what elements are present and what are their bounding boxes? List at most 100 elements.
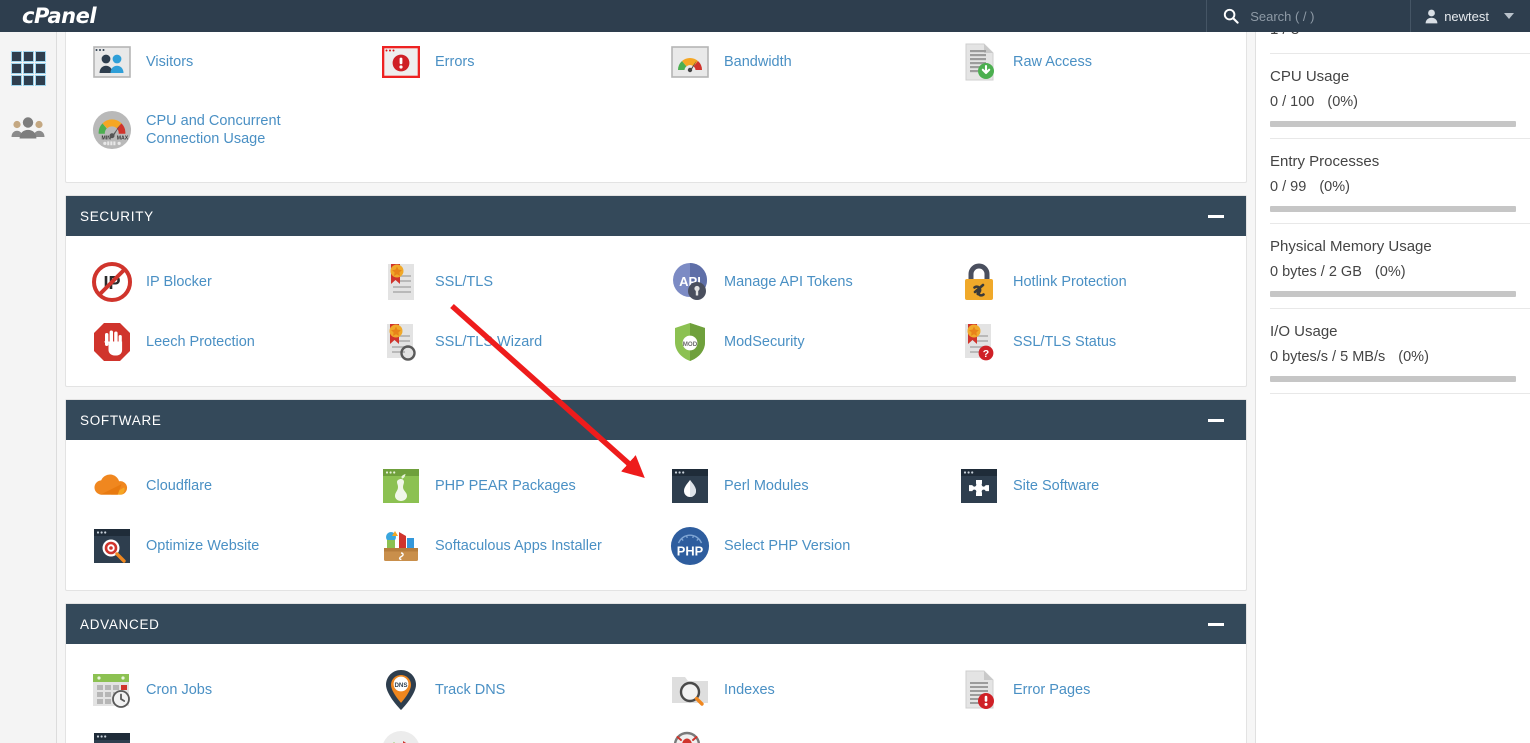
stat-label: Physical Memory Usage — [1270, 238, 1432, 255]
tile-select-php-version[interactable]: PHP Select PHP Version — [656, 516, 945, 576]
cpu-gauge-icon: MIN MAX — [92, 110, 132, 150]
tile-label: SSL/TLS Wizard — [435, 333, 543, 350]
tile-cron-jobs[interactable]: Cron Jobs — [78, 660, 367, 720]
modsecurity-shield-icon: MOD — [670, 322, 710, 362]
tile-raw-access[interactable]: Raw Access — [945, 32, 1234, 92]
stat-progress-bar — [1270, 206, 1516, 212]
tile-php-pear-packages[interactable]: PHP PEAR Packages — [367, 456, 656, 516]
tile-label: Error Pages — [1013, 681, 1091, 698]
tile-bandwidth[interactable]: Bandwidth — [656, 32, 945, 92]
tile-label: Softaculous Apps Installer — [435, 537, 602, 554]
tile-leech-protection[interactable]: Leech Protection — [78, 312, 367, 372]
tile-grid-advanced: Cron Jobs DNS Track DNS Indexes Error Pa… — [78, 660, 1234, 743]
tile-grid-software: Cloudflare PHP PEAR Packages Perl Module… — [78, 456, 1234, 576]
tile-label: CPU and Concurrent Connection Usage — [146, 112, 281, 147]
tile-label: Manage API Tokens — [724, 273, 853, 290]
tile-softaculous-apps-installer[interactable]: Softaculous Apps Installer — [367, 516, 656, 576]
grid-icon — [11, 51, 45, 85]
stat-value: 0 bytes / 2 GB — [1270, 264, 1362, 280]
tile-ssl-tls[interactable]: SSL/TLS — [367, 252, 656, 312]
tile-error-pages[interactable]: Error Pages — [945, 660, 1234, 720]
php-version-icon: PHP — [670, 526, 710, 566]
tile-apache-handlers[interactable]: Apache Handlers — [78, 720, 367, 743]
section-metrics: Visitors Errors Bandwidth Raw Access MIN… — [65, 32, 1247, 183]
stat-partial-value: 1 / 8 — [1270, 32, 1299, 38]
svg-text:MOD: MOD — [683, 341, 698, 348]
stat-label: Entry Processes — [1270, 153, 1380, 170]
svg-text:PHP: PHP — [677, 544, 704, 559]
search-icon — [1223, 8, 1239, 24]
errors-icon — [381, 42, 421, 82]
indexes-icon — [670, 670, 710, 710]
tile-cloudflare[interactable]: Cloudflare — [78, 456, 367, 516]
stat-value-wrap: 0 / 100 (0%) — [1270, 94, 1516, 110]
tile-ssl-tls-wizard[interactable]: SSL/TLS Wizard — [367, 312, 656, 372]
stat-value-wrap: 0 bytes/s / 5 MB/s (0%) — [1270, 349, 1516, 365]
stat-cpu-usage[interactable]: CPU Usage 0 / 100 (0%) — [1270, 54, 1530, 139]
tile-label: Cron Jobs — [146, 681, 213, 698]
ssl-wizard-icon — [381, 322, 421, 362]
section-software-body: Cloudflare PHP PEAR Packages Perl Module… — [66, 440, 1246, 590]
stat-value: 0 bytes/s / 5 MB/s — [1270, 349, 1386, 365]
user-menu-button[interactable]: newtest — [1411, 0, 1530, 32]
tile-hotlink-protection[interactable]: Hotlink Protection — [945, 252, 1234, 312]
site-software-icon — [959, 466, 999, 506]
tile-visitors[interactable]: Visitors — [78, 32, 367, 92]
tile-indexes[interactable]: Indexes — [656, 660, 945, 720]
stats-sidebar: 1 / 8 CPU Usage 0 / 100 (0%) Entry Proce… — [1255, 32, 1530, 743]
stat-partial-top: 1 / 8 — [1270, 32, 1530, 54]
visitors-icon — [92, 42, 132, 82]
stat-physical-memory-usage[interactable]: Physical Memory Usage 0 bytes / 2 GB (0%… — [1270, 224, 1530, 309]
optimize-website-icon — [92, 526, 132, 566]
tile-label: Errors — [435, 53, 475, 70]
svg-text:MAX: MAX — [117, 136, 129, 142]
ssl-status-icon: ? — [959, 322, 999, 362]
collapse-toggle-advanced[interactable] — [1208, 622, 1224, 626]
softaculous-icon — [381, 526, 421, 566]
tile-grid-metrics: Visitors Errors Bandwidth Raw Access MIN… — [78, 32, 1234, 168]
cron-calendar-icon — [92, 670, 132, 710]
tile-label: Indexes — [724, 681, 775, 698]
collapse-toggle-security[interactable] — [1208, 214, 1224, 218]
tile-label: SSL/TLS Status — [1013, 333, 1117, 350]
tile-grid-security: IP IP Blocker — [78, 252, 1234, 372]
collapse-toggle-software[interactable] — [1208, 418, 1224, 422]
search-input[interactable]: Search ( / ) — [1206, 0, 1412, 32]
left-sidebar-rail — [0, 32, 57, 743]
stat-entry-processes[interactable]: Entry Processes 0 / 99 (0%) — [1270, 139, 1530, 224]
chevron-down-icon — [1504, 13, 1514, 19]
tile-label: Raw Access — [1013, 53, 1092, 70]
tile-virus-scanner[interactable]: Virus Scanner — [656, 720, 945, 743]
tile-perl-modules[interactable]: Perl Modules — [656, 456, 945, 516]
tile-label: ModSecurity — [724, 333, 805, 350]
cloudflare-icon — [92, 466, 132, 506]
tile-modsecurity[interactable]: MOD ModSecurity — [656, 312, 945, 372]
section-security-body: IP IP Blocker — [66, 236, 1246, 386]
stat-io-usage[interactable]: I/O Usage 0 bytes/s / 5 MB/s (0%) — [1270, 309, 1530, 394]
section-security: SECURITY IP IP Blocker — [65, 195, 1247, 387]
tile-label: Track DNS — [435, 681, 506, 698]
tile-ip-blocker[interactable]: IP IP Blocker — [78, 252, 367, 312]
stat-progress-bar — [1270, 121, 1516, 127]
tile-label: Select PHP Version — [724, 537, 851, 554]
tile-mime-types[interactable]: MIME Types — [367, 720, 656, 743]
tile-label: Perl Modules — [724, 477, 809, 494]
hotlink-padlock-icon — [959, 262, 999, 302]
sidebar-item-tools[interactable] — [5, 46, 51, 90]
tile-track-dns[interactable]: DNS Track DNS — [367, 660, 656, 720]
main-content-area: Visitors Errors Bandwidth Raw Access MIN… — [57, 32, 1255, 743]
perl-modules-icon — [670, 466, 710, 506]
tile-label: Visitors — [146, 53, 194, 70]
tile-label: Site Software — [1013, 477, 1100, 494]
tile-site-software[interactable]: Site Software — [945, 456, 1234, 516]
tile-errors[interactable]: Errors — [367, 32, 656, 92]
section-title: SOFTWARE — [80, 412, 162, 428]
tile-label: Hotlink Protection — [1013, 273, 1127, 290]
bandwidth-icon — [670, 42, 710, 82]
sidebar-item-user-manager[interactable] — [5, 106, 51, 150]
tile-manage-api-tokens[interactable]: API Manage API Tokens — [656, 252, 945, 312]
tile-cpu-concurrent-connection-usage[interactable]: MIN MAX CPU and Concurrent Connection Us… — [78, 92, 367, 168]
tile-ssl-tls-status[interactable]: ? SSL/TLS Status — [945, 312, 1234, 372]
cpanel-logo[interactable]: cPanel — [0, 0, 150, 32]
tile-optimize-website[interactable]: Optimize Website — [78, 516, 367, 576]
